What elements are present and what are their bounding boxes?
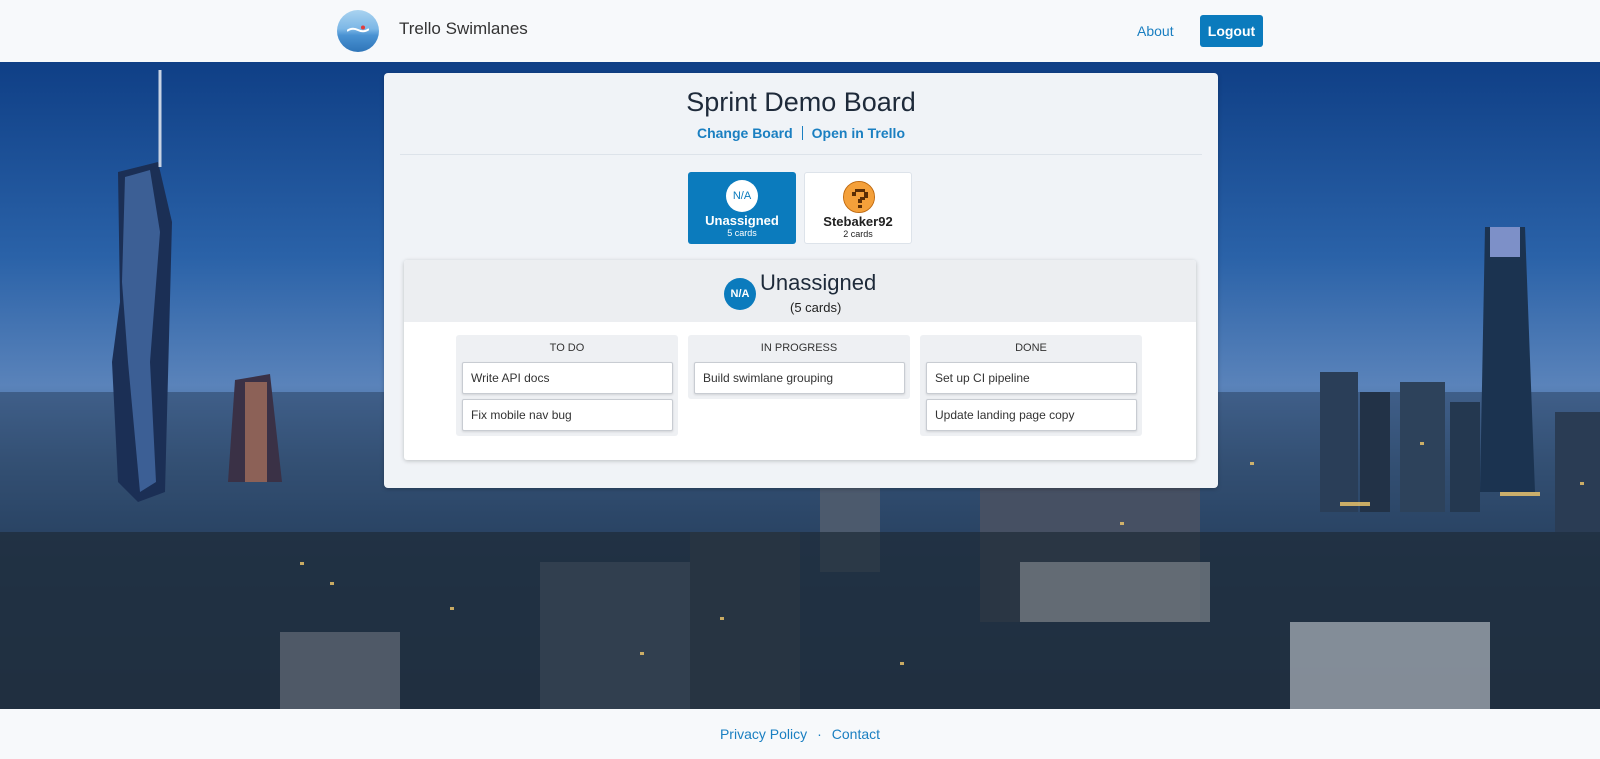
top-navbar: Trello Swimlanes About Logout bbox=[0, 0, 1600, 62]
divider bbox=[400, 154, 1202, 155]
column-title: DONE bbox=[1015, 342, 1047, 354]
member-name: Stebaker92 bbox=[823, 214, 893, 229]
board-actions: Change Board Open in Trello bbox=[384, 125, 1218, 141]
column-title: TO DO bbox=[549, 342, 585, 354]
card[interactable]: Write API docs bbox=[462, 362, 673, 394]
privacy-policy-link[interactable]: Privacy Policy bbox=[720, 726, 807, 742]
swimlane: N/A Unassigned (5 cards) TO DO Write API… bbox=[404, 260, 1196, 460]
footer: Privacy Policy · Contact bbox=[0, 709, 1600, 759]
column-to-do: TO DO Write API docs Fix mobile nav bug bbox=[456, 335, 678, 436]
change-board-link[interactable]: Change Board bbox=[697, 125, 793, 141]
open-in-trello-link[interactable]: Open in Trello bbox=[812, 125, 905, 141]
column-title: IN PROGRESS bbox=[760, 342, 838, 354]
question-block-icon bbox=[843, 181, 875, 213]
about-link[interactable]: About bbox=[1137, 23, 1174, 39]
board-panel: Sprint Demo Board Change Board Open in Tr… bbox=[384, 73, 1218, 488]
app-title[interactable]: Trello Swimlanes bbox=[399, 19, 528, 39]
card[interactable]: Fix mobile nav bug bbox=[462, 399, 673, 431]
board-title: Sprint Demo Board bbox=[686, 87, 916, 117]
link-separator bbox=[801, 126, 803, 140]
swimlane-title: Unassigned bbox=[760, 270, 877, 295]
contact-link[interactable]: Contact bbox=[832, 726, 880, 742]
swimlane-card-count: (5 cards) bbox=[790, 300, 842, 315]
footer-links: Privacy Policy · Contact bbox=[0, 726, 1600, 742]
logout-button[interactable]: Logout bbox=[1200, 15, 1263, 47]
card[interactable]: Update landing page copy bbox=[926, 399, 1137, 431]
footer-separator: · bbox=[817, 726, 822, 742]
column-in-progress: IN PROGRESS Build swimlane grouping bbox=[688, 335, 910, 399]
app-logo-icon[interactable] bbox=[337, 10, 379, 52]
column-done: DONE Set up CI pipeline Update landing p… bbox=[920, 335, 1142, 436]
swimlane-avatar: N/A bbox=[724, 278, 756, 310]
member-tab-stebaker92[interactable]: Stebaker92 2 cards bbox=[804, 172, 912, 244]
swimlane-header: N/A Unassigned (5 cards) bbox=[404, 260, 1196, 322]
member-name: Unassigned bbox=[705, 213, 779, 228]
card[interactable]: Build swimlane grouping bbox=[694, 362, 905, 394]
member-card-count: 2 cards bbox=[843, 229, 873, 239]
member-tab-unassigned[interactable]: N/A Unassigned 5 cards bbox=[688, 172, 796, 244]
card[interactable]: Set up CI pipeline bbox=[926, 362, 1137, 394]
member-card-count: 5 cards bbox=[727, 228, 757, 238]
member-avatar: N/A bbox=[726, 180, 758, 212]
